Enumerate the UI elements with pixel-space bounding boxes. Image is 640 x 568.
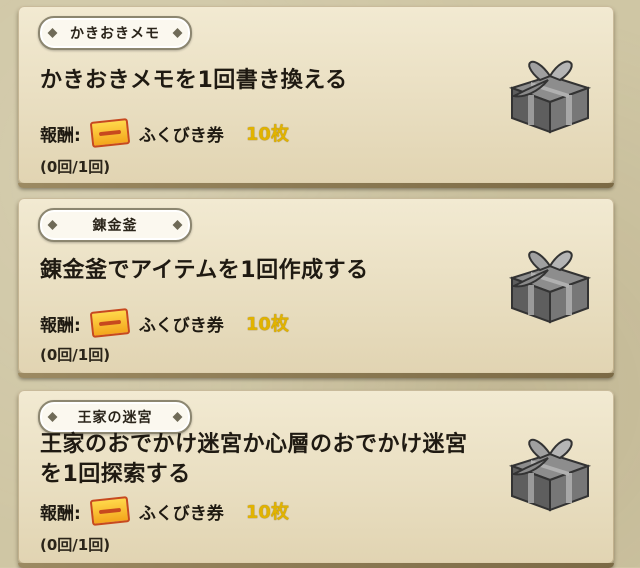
ticket-icon <box>89 496 131 526</box>
gift-box-icon <box>508 60 592 134</box>
reward-amount: 10枚 <box>245 502 289 523</box>
reward-label: 報酬: <box>40 125 81 146</box>
mission-card-3[interactable]: 王家の迷宮 王家のおでかけ迷宮か心層のおでかけ迷宮 を1回探索する 報酬: ふく… <box>18 390 614 568</box>
mission-progress: (0回/1回) <box>40 158 111 176</box>
mission-tag-label: 王家の迷宮 <box>77 410 153 426</box>
mission-card-1[interactable]: かきおきメモ かきおきメモを1回書き換える 報酬: ふくびき券 10枚 (0回/… <box>18 6 614 188</box>
ticket-icon <box>89 308 131 338</box>
mission-tag: 王家の迷宮 <box>38 400 192 434</box>
mission-text: かきおきメモを1回書き換える <box>40 68 348 93</box>
reward-row: 報酬: ふくびき券 10枚 <box>40 496 289 526</box>
reward-label: 報酬: <box>40 503 81 524</box>
mission-progress: (0回/1回) <box>40 536 111 554</box>
mission-tag: 錬金釜 <box>38 208 192 242</box>
reward-item: ふくびき券 <box>138 125 224 146</box>
mission-text: 錬金釜でアイテムを1回作成する <box>40 258 369 283</box>
gift-box-icon <box>508 250 592 324</box>
mission-tag-label: 錬金釜 <box>92 218 138 234</box>
reward-row: 報酬: ふくびき券 10枚 <box>40 308 289 338</box>
reward-amount: 10枚 <box>245 124 289 145</box>
mission-tag-label: かきおきメモ <box>70 26 160 42</box>
reward-item: ふくびき券 <box>138 315 224 336</box>
ticket-icon <box>89 118 131 148</box>
mission-card-2[interactable]: 錬金釜 錬金釜でアイテムを1回作成する 報酬: ふくびき券 10枚 (0回/1回… <box>18 198 614 378</box>
gift-box-icon <box>508 438 592 512</box>
reward-row: 報酬: ふくびき券 10枚 <box>40 118 289 148</box>
mission-progress: (0回/1回) <box>40 346 111 364</box>
reward-label: 報酬: <box>40 315 81 336</box>
reward-amount: 10枚 <box>245 314 289 335</box>
mission-text: 王家のおでかけ迷宮か心層のおでかけ迷宮 を1回探索する <box>40 432 468 487</box>
reward-item: ふくびき券 <box>138 503 224 524</box>
mission-tag: かきおきメモ <box>38 16 192 50</box>
